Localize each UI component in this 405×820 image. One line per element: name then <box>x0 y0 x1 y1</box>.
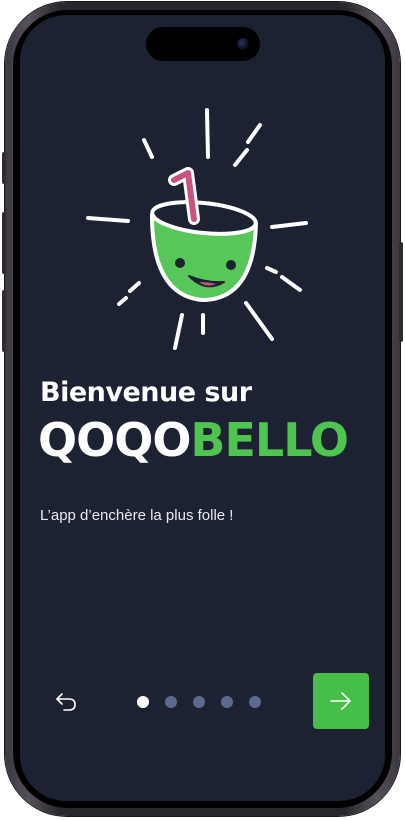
dynamic-island <box>146 27 260 61</box>
brand-wordmark-part1: QOQO <box>38 413 191 467</box>
brand-wordmark: QOQOBELLO <box>38 417 349 463</box>
page-dot-4[interactable] <box>221 696 233 708</box>
arrow-right-icon <box>330 692 351 710</box>
volume-down-button <box>2 290 6 352</box>
page-dot-3[interactable] <box>193 696 205 708</box>
camera-icon <box>237 38 249 50</box>
page-dot-2[interactable] <box>165 696 177 708</box>
undo-arrow-icon <box>56 693 76 711</box>
back-button[interactable] <box>50 687 84 717</box>
tagline: L’app d’enchère la plus folle ! <box>40 507 234 524</box>
next-button[interactable] <box>313 673 369 729</box>
action-button <box>2 152 6 184</box>
coconut-mascot-logo <box>86 108 308 350</box>
onboarding-screen: Bienvenue sur QOQOBELLO L’app d’enchère … <box>20 15 385 801</box>
welcome-heading: Bienvenue sur <box>40 377 252 408</box>
volume-up-button <box>2 212 6 274</box>
page-indicator <box>137 696 261 708</box>
page-dot-1[interactable] <box>137 696 149 708</box>
brand-wordmark-part2: BELLO <box>190 413 349 467</box>
page-dot-5[interactable] <box>249 696 261 708</box>
power-button <box>399 242 403 342</box>
